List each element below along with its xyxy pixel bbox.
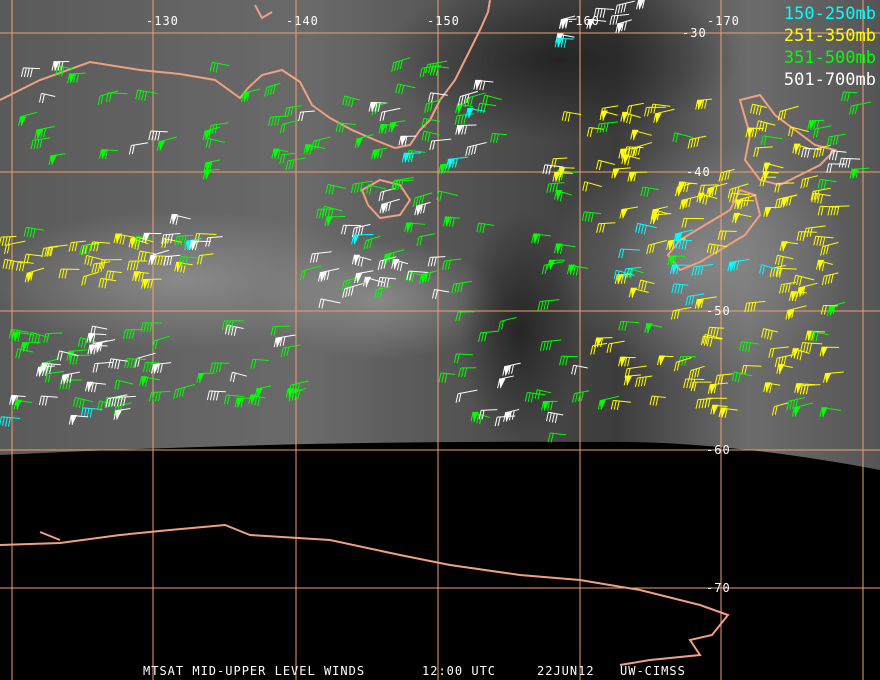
longitude-label: -140 <box>286 14 319 28</box>
satellite-wind-map: 150-250mb 251-350mb 351-500mb 501-700mb … <box>0 0 880 680</box>
legend-351-500mb: 351-500mb <box>783 48 876 68</box>
legend-501-700mb: 501-700mb <box>783 70 876 90</box>
latitude-label: -50 <box>706 304 731 318</box>
latitude-label: -40 <box>686 165 711 179</box>
caption-product: MTSAT MID-UPPER LEVEL WINDS <box>143 664 366 678</box>
caption-bar: MTSAT MID-UPPER LEVEL WINDS 12:00 UTC 22… <box>0 664 880 680</box>
legend-150-250mb: 150-250mb <box>783 4 876 24</box>
caption-time: 12:00 UTC <box>422 664 497 678</box>
legend-251-350mb: 251-350mb <box>783 26 876 46</box>
caption-source: UW-CIMSS <box>620 664 686 678</box>
longitude-label: -150 <box>427 14 460 28</box>
longitude-label: -170 <box>707 14 740 28</box>
longitude-label: -130 <box>146 14 179 28</box>
antarctica-coast <box>0 523 730 666</box>
latitude-label: -70 <box>706 581 731 595</box>
longitude-label: -160 <box>567 14 600 28</box>
latitude-label: -60 <box>706 443 731 457</box>
map-canvas <box>0 0 880 680</box>
latitude-label: -30 <box>682 26 707 40</box>
caption-date: 22JUN12 <box>537 664 595 678</box>
